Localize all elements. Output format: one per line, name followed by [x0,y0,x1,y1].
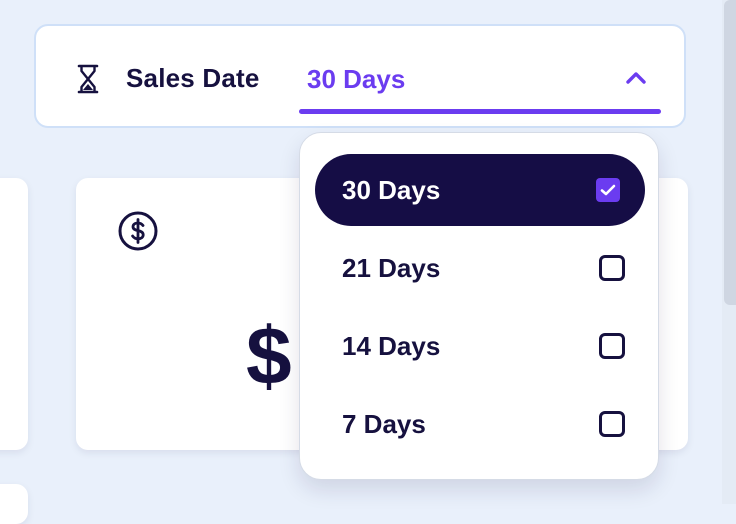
filter-label: Sales Date [126,63,260,93]
option-checkbox-checked[interactable] [596,178,620,202]
sales-value: $ [246,311,292,402]
option-checkbox[interactable] [599,255,625,281]
option-14-days[interactable]: 14 Days [315,310,645,382]
option-label: 7 Days [342,409,426,439]
date-range-dropdown: 30 Days 21 Days 14 Days 7 Days [299,132,659,480]
option-label: 30 Days [342,175,441,205]
hourglass-icon [77,64,99,94]
option-30-days[interactable]: 30 Days [315,154,645,226]
check-icon [600,184,616,196]
option-checkbox[interactable] [599,411,625,437]
sales-date-select[interactable]: 30 Days [299,56,661,114]
chevron-up-icon[interactable] [625,70,647,86]
metric-card-left [0,178,28,450]
select-underline [299,109,661,114]
option-label: 21 Days [342,253,441,283]
option-checkbox[interactable] [599,333,625,359]
selected-value: 30 Days [307,64,406,94]
scrollbar-thumb[interactable] [724,0,736,305]
option-label: 14 Days [342,331,441,361]
dollar-circle-icon [118,211,158,251]
option-21-days[interactable]: 21 Days [315,232,645,304]
sales-date-filter: Sales Date 30 Days [34,24,686,128]
metric-card-bottom [0,484,28,524]
option-7-days[interactable]: 7 Days [315,388,645,460]
scrollbar-track[interactable] [722,0,736,504]
